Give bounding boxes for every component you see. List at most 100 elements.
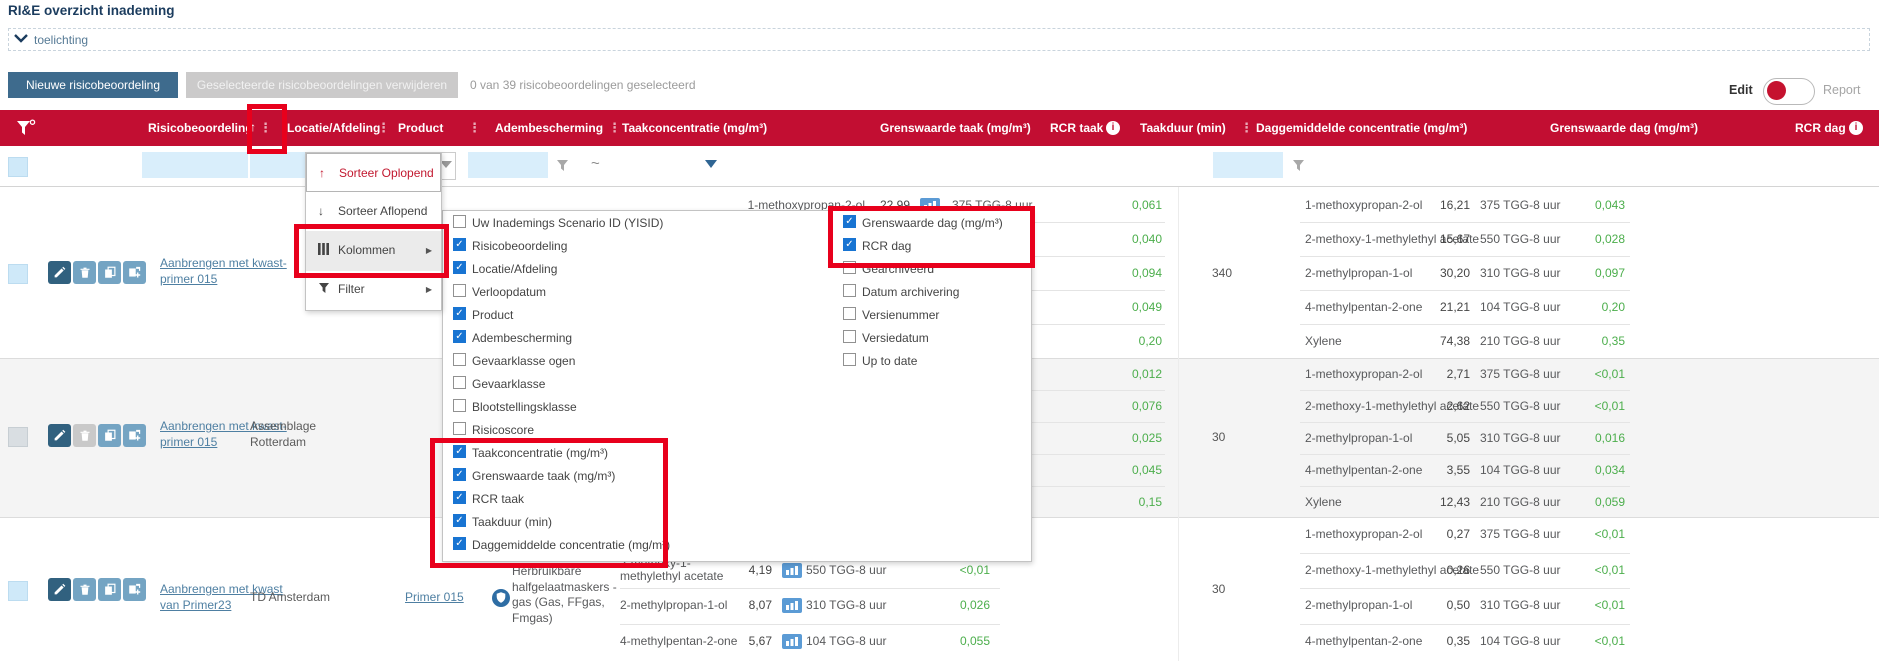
column-toggle-label: Gevaarklasse ogen bbox=[472, 354, 575, 368]
location-cell: TD Amsterdam bbox=[250, 590, 330, 604]
checkbox-checked-icon[interactable] bbox=[453, 238, 466, 251]
column-toggle-label: Gevaarklasse bbox=[472, 377, 545, 391]
task-concentration-value: 8,07 bbox=[710, 588, 772, 624]
taakduur-value: 30 bbox=[1212, 430, 1225, 444]
rcr-dag-value: <0,01 bbox=[1545, 358, 1625, 390]
checkbox-unchecked-icon[interactable] bbox=[843, 284, 856, 297]
day-concentration-value: 21,21 bbox=[1392, 290, 1470, 324]
edit-button[interactable] bbox=[48, 261, 71, 284]
checkbox-checked-icon[interactable] bbox=[453, 468, 466, 481]
checkbox-checked-icon[interactable] bbox=[453, 491, 466, 504]
exposure-chart-icon[interactable] bbox=[782, 598, 802, 613]
day-concentration-value: 2,71 bbox=[1392, 358, 1470, 390]
checkbox-checked-icon[interactable] bbox=[453, 307, 466, 320]
task-limit-value: 104 TGG-8 uur bbox=[806, 624, 916, 660]
column-toggle-label: Risicobeoordeling bbox=[472, 239, 567, 253]
rcr-dag-value: <0,01 bbox=[1545, 553, 1625, 589]
product-link[interactable]: Primer 015 bbox=[405, 590, 464, 604]
columns-submenu: Uw Inademings Scenario ID (YISID)Risicob… bbox=[442, 210, 1032, 562]
row-checkbox[interactable] bbox=[8, 581, 28, 601]
checkbox-unchecked-icon[interactable] bbox=[843, 261, 856, 274]
delete-button[interactable] bbox=[73, 261, 96, 284]
rcr-dag-value: 0,016 bbox=[1545, 422, 1625, 454]
rcr-dag-value: <0,01 bbox=[1545, 390, 1625, 422]
rie-overview-page: RI&E overzicht inademing toelichting Nie… bbox=[0, 0, 1879, 661]
checkbox-checked-icon[interactable] bbox=[453, 330, 466, 343]
submenu-arrow-icon: ▶ bbox=[426, 285, 432, 294]
copy-scenario-button[interactable] bbox=[123, 578, 146, 601]
column-toggle-label: Grenswaarde taak (mg/m³) bbox=[472, 469, 615, 483]
copy-button[interactable] bbox=[98, 261, 121, 284]
copy-scenario-button[interactable] bbox=[123, 424, 146, 447]
column-toggle-label: Product bbox=[472, 308, 513, 322]
checkbox-unchecked-icon[interactable] bbox=[843, 307, 856, 320]
rcr-dag-value: 0,028 bbox=[1545, 222, 1625, 256]
rcr-taak-value: 0,061 bbox=[1082, 188, 1162, 222]
rcr-taak-value: 0,094 bbox=[1082, 256, 1162, 290]
day-concentration-value: 12,43 bbox=[1392, 486, 1470, 518]
row-checkbox[interactable] bbox=[8, 264, 28, 284]
checkbox-unchecked-icon[interactable] bbox=[453, 353, 466, 366]
checkbox-checked-icon[interactable] bbox=[843, 238, 856, 251]
column-toggle-label: Up to date bbox=[862, 354, 917, 368]
rcr-dag-value: 0,097 bbox=[1545, 256, 1625, 290]
day-concentration-value: 5,05 bbox=[1392, 422, 1470, 454]
column-toggle-label: Versienummer bbox=[862, 308, 939, 322]
day-concentration-value: 0,27 bbox=[1392, 517, 1470, 553]
checkbox-checked-icon[interactable] bbox=[843, 215, 856, 228]
rcr-dag-value: 0,35 bbox=[1545, 324, 1625, 358]
rcr-dag-value: 0,20 bbox=[1545, 290, 1625, 324]
checkbox-checked-icon[interactable] bbox=[453, 514, 466, 527]
rcr-taak-value: 0,055 bbox=[910, 624, 990, 660]
column-toggle-label: Taakduur (min) bbox=[472, 515, 552, 529]
checkbox-checked-icon[interactable] bbox=[453, 537, 466, 550]
column-toggle-label: Verloopdatum bbox=[472, 285, 546, 299]
columns-icon bbox=[318, 243, 329, 258]
checkbox-unchecked-icon[interactable] bbox=[843, 330, 856, 343]
assessment-link[interactable]: primer 015 bbox=[160, 435, 217, 449]
day-concentration-value: 0,50 bbox=[1392, 588, 1470, 624]
column-toggle-label: Gearchiveerd bbox=[862, 262, 934, 276]
exposure-chart-icon[interactable] bbox=[782, 563, 802, 578]
edit-button[interactable] bbox=[48, 424, 71, 447]
assessment-link[interactable]: van Primer23 bbox=[160, 598, 231, 612]
copy-button[interactable] bbox=[98, 424, 121, 447]
column-toggle-label: Taakconcentratie (mg/m³) bbox=[472, 446, 608, 460]
rcr-taak-value: 0,045 bbox=[1082, 454, 1162, 486]
adembescherming-cell: Herbruikbare halfgelaatmaskers - gas (Ga… bbox=[512, 564, 624, 626]
edit-button[interactable] bbox=[48, 578, 71, 601]
delete-button[interactable] bbox=[73, 578, 96, 601]
checkbox-unchecked-icon[interactable] bbox=[453, 284, 466, 297]
rcr-dag-value: 0,059 bbox=[1545, 486, 1625, 518]
rcr-taak-value: 0,076 bbox=[1082, 390, 1162, 422]
submenu-arrow-icon: ▶ bbox=[426, 246, 432, 255]
menu-item-sort-ascending[interactable]: ↑ Sorteer Oplopend bbox=[306, 153, 441, 192]
exposure-chart-icon[interactable] bbox=[782, 634, 802, 649]
assessment-link[interactable]: Aanbrengen met kwast- bbox=[160, 256, 287, 270]
checkbox-unchecked-icon[interactable] bbox=[453, 399, 466, 412]
column-toggle-label: Versiedatum bbox=[862, 331, 929, 345]
sort-descending-icon: ↓ bbox=[318, 204, 324, 218]
taakduur-value: 340 bbox=[1212, 266, 1232, 280]
copy-scenario-button[interactable] bbox=[123, 261, 146, 284]
checkbox-checked-icon[interactable] bbox=[453, 445, 466, 458]
column-toggle-label: Adembescherming bbox=[472, 331, 572, 345]
rcr-taak-value: 0,040 bbox=[1082, 222, 1162, 256]
checkbox-unchecked-icon[interactable] bbox=[843, 353, 856, 366]
checkbox-unchecked-icon[interactable] bbox=[453, 376, 466, 389]
checkbox-checked-icon[interactable] bbox=[453, 261, 466, 274]
copy-button[interactable] bbox=[98, 578, 121, 601]
row-checkbox[interactable] bbox=[8, 427, 28, 447]
filter-funnel-icon[interactable] bbox=[16, 119, 36, 138]
assessment-link[interactable]: primer 015 bbox=[160, 272, 217, 286]
column-toggle-label: Risicoscore bbox=[472, 423, 534, 437]
checkbox-unchecked-icon[interactable] bbox=[453, 422, 466, 435]
column-toggle-label: Datum archivering bbox=[862, 285, 959, 299]
menu-item-columns[interactable]: Kolommen ▶ bbox=[306, 231, 441, 271]
menu-item-sort-descending[interactable]: ↓ Sorteer Aflopend bbox=[306, 192, 441, 232]
menu-item-filter[interactable]: Filter ▶ bbox=[306, 270, 441, 309]
column-toggle-label: Grenswaarde dag (mg/m³) bbox=[862, 216, 1003, 230]
checkbox-unchecked-icon[interactable] bbox=[453, 215, 466, 228]
delete-button bbox=[73, 424, 96, 447]
rcr-dag-value: <0,01 bbox=[1545, 588, 1625, 624]
